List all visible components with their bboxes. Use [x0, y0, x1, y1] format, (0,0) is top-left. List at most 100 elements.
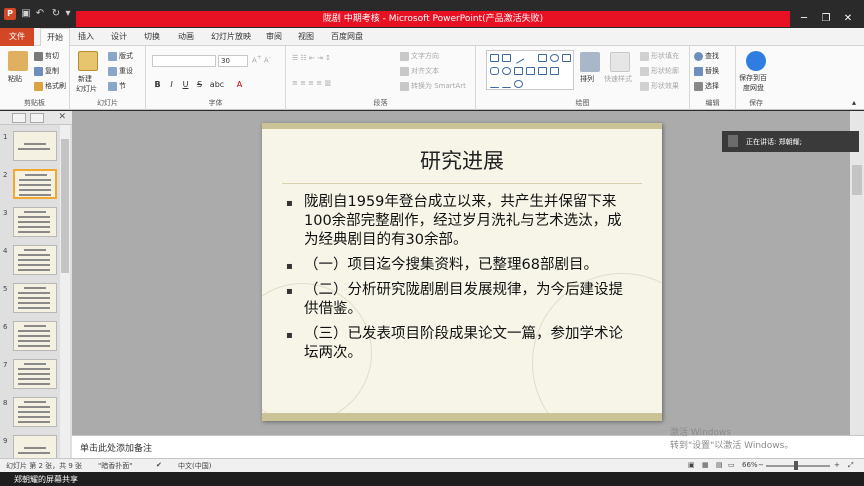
slide-thumbnail[interactable] — [13, 245, 57, 275]
close-button[interactable]: ✕ — [838, 12, 858, 26]
thumbnails-scroll-thumb[interactable] — [61, 139, 69, 273]
rect-shape-icon-3[interactable] — [562, 54, 571, 62]
quick-styles-icon[interactable] — [610, 52, 630, 72]
tab-animations[interactable]: 动画 — [178, 31, 194, 42]
tab-slideshow[interactable]: 幻灯片放映 — [211, 31, 251, 42]
arrow-shape-icon[interactable] — [526, 67, 535, 75]
tab-transitions[interactable]: 切换 — [144, 31, 160, 42]
oval-shape-icon[interactable] — [550, 54, 559, 62]
shape-outline-button[interactable]: 形状轮廓 — [640, 66, 679, 76]
arrange-icon[interactable] — [580, 52, 600, 72]
new-slide-button-line2[interactable]: 幻灯片 — [76, 84, 97, 94]
curve-shape-icon[interactable] — [490, 80, 499, 88]
align-text-button[interactable]: 对齐文本 — [400, 66, 439, 76]
shape-fill-button[interactable]: 形状填充 — [640, 51, 679, 61]
new-slide-icon[interactable] — [78, 51, 98, 71]
save-to-baidu-button-line2[interactable]: 度网盘 — [743, 83, 764, 93]
save-icon[interactable]: ▣ — [20, 8, 32, 20]
tab-baidu-netdisk[interactable]: 百度网盘 — [331, 31, 363, 42]
slide-bullet[interactable]: ▪ 陇剧自1959年登台成立以来，共产生并保留下来100余部完整剧作，经过岁月洗礼… — [286, 193, 636, 250]
text-shadow-button[interactable]: abc — [208, 79, 226, 90]
shapes-gallery[interactable] — [486, 50, 574, 90]
underline-button[interactable]: U — [180, 79, 191, 90]
outline-tab-icon[interactable] — [30, 113, 44, 123]
reading-view-icon[interactable]: ▤ — [716, 461, 723, 469]
textbox-shape-icon[interactable] — [502, 54, 511, 62]
reset-button[interactable]: 重设 — [108, 66, 133, 76]
font-color-icon[interactable]: A — [234, 79, 245, 90]
tab-design[interactable]: 设计 — [111, 31, 127, 42]
rounded-rect-shape-icon[interactable] — [490, 67, 499, 75]
select-button[interactable]: 选择 — [694, 81, 719, 91]
customize-toolbar-icon[interactable]: ▾ — [62, 8, 74, 20]
slide-bullet[interactable]: ▪ （二）分析研究陇剧剧目发展规律，为今后建设提供借鉴。 — [286, 281, 636, 319]
slides-tab-icon[interactable] — [12, 113, 26, 123]
close-icon[interactable]: ✕ — [58, 112, 66, 122]
cut-button[interactable]: 剪切 — [34, 51, 59, 61]
language-indicator[interactable]: 中文(中国) — [178, 461, 211, 471]
tab-insert[interactable]: 插入 — [78, 31, 94, 42]
tab-home[interactable]: 开始 — [40, 28, 70, 47]
zoom-level[interactable]: 66% — [742, 461, 758, 469]
replace-button[interactable]: 替换 — [694, 66, 719, 76]
slide-thumbnail[interactable] — [13, 283, 57, 313]
tab-view[interactable]: 视图 — [298, 31, 314, 42]
slide-sorter-icon[interactable]: ▦ — [702, 461, 709, 469]
slide-thumbnail[interactable] — [13, 131, 57, 161]
connector-shape-icon[interactable] — [502, 80, 511, 88]
bullets-icon[interactable]: ☰ ☷ ⇤ ⇥ ↕ — [292, 54, 331, 62]
section-button[interactable]: 节 — [108, 81, 126, 91]
restore-button[interactable]: ❐ — [816, 12, 836, 26]
new-slide-button[interactable]: 新建 — [78, 74, 92, 84]
undo-icon[interactable]: ↶ — [34, 8, 46, 20]
current-slide[interactable]: 研究进展 ▪ 陇剧自1959年登台成立以来，共产生并保留下来100余部完整剧作，经… — [262, 123, 662, 421]
slide-bullet[interactable]: ▪ （三）已发表项目阶段成果论文一篇，参加学术论坛两次。 — [286, 325, 636, 363]
circle-shape-icon[interactable] — [502, 67, 511, 75]
smartart-button[interactable]: 转换为 SmartArt — [400, 81, 466, 91]
arrange-button[interactable]: 排列 — [580, 74, 594, 84]
align-icons[interactable]: ≡ ≡ ≡ ≡ ▥ — [292, 79, 331, 87]
collapse-ribbon-icon[interactable]: ▴ — [852, 98, 856, 107]
normal-view-icon[interactable]: ▣ — [688, 461, 695, 469]
slide-scroll-thumb[interactable] — [852, 165, 862, 195]
slide-thumbnail[interactable] — [13, 397, 57, 427]
theme-name[interactable]: "暗香扑面" — [98, 461, 132, 471]
font-name-combo[interactable] — [152, 55, 216, 67]
zoom-slider[interactable] — [766, 465, 830, 467]
font-size-combo[interactable]: 30 — [218, 55, 248, 67]
grow-font-icon[interactable]: A+ A- — [252, 55, 271, 64]
slideshow-icon[interactable]: ▭ — [728, 461, 735, 469]
paste-button[interactable]: 粘贴 — [8, 74, 22, 84]
format-painter-button[interactable]: 格式刷 — [34, 81, 66, 91]
slide-thumbnail[interactable] — [13, 359, 57, 389]
spellcheck-icon[interactable]: ✔ — [156, 461, 162, 469]
powerpoint-app-icon[interactable]: P — [4, 8, 16, 20]
thumbnails-scrollbar[interactable] — [60, 125, 70, 458]
zoom-slider-handle[interactable] — [794, 461, 798, 470]
shape-effects-button[interactable]: 形状效果 — [640, 81, 679, 91]
quick-styles-button[interactable]: 快速样式 — [604, 74, 632, 84]
baidu-netdisk-icon[interactable] — [746, 51, 766, 71]
tab-review[interactable]: 审阅 — [266, 31, 282, 42]
slide-bullet[interactable]: ▪ （一）项目迄今搜集资料，已整理68部剧目。 — [286, 256, 636, 275]
slide-scrollbar[interactable] — [850, 111, 864, 435]
tab-file[interactable]: 文件 — [0, 28, 34, 46]
text-direction-button[interactable]: 文字方向 — [400, 51, 439, 61]
star-shape-icon[interactable] — [538, 67, 547, 75]
zoom-in-icon[interactable]: + — [834, 461, 840, 469]
strikethrough-button[interactable]: S — [194, 79, 205, 90]
find-button[interactable]: 查找 — [694, 51, 719, 61]
layout-button[interactable]: 版式 — [108, 51, 133, 61]
bold-button[interactable]: B — [152, 79, 163, 90]
italic-button[interactable]: I — [166, 79, 177, 90]
line-shape-icon[interactable] — [512, 52, 525, 64]
slide-thumbnail[interactable] — [13, 435, 57, 458]
slide-content-placeholder[interactable]: ▪ 陇剧自1959年登台成立以来，共产生并保留下来100余部完整剧作，经过岁月洗礼… — [286, 193, 636, 369]
triangle-shape-icon[interactable] — [514, 67, 523, 75]
fit-to-window-icon[interactable]: ⤢ — [848, 461, 854, 470]
rect-shape-icon-2[interactable] — [538, 54, 547, 62]
slide-thumbnail[interactable] — [13, 207, 57, 237]
redo-icon[interactable]: ↻ — [50, 8, 62, 20]
slide-title[interactable]: 研究进展 — [262, 145, 662, 175]
zoom-out-icon[interactable]: − — [758, 461, 764, 469]
